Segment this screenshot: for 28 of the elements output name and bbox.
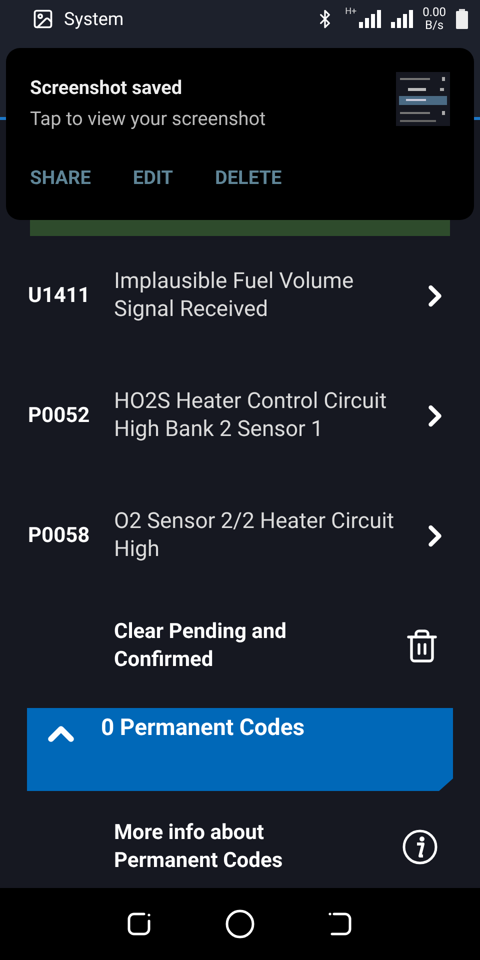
clear-codes-link[interactable]: Clear Pending and Confirmed: [114, 618, 344, 674]
notification-title: Screenshot saved: [30, 76, 184, 99]
section-title: 0 Permanent Codes: [101, 714, 305, 742]
network-type: H+: [345, 7, 357, 17]
signal-icon: [390, 10, 413, 28]
info-icon[interactable]: [402, 829, 438, 865]
code-description: Implausible Fuel Volume Signal Received: [114, 268, 355, 324]
back-button[interactable]: [326, 911, 354, 937]
signal-icon: [358, 10, 381, 28]
trouble-code: U1411: [28, 284, 92, 308]
trouble-code: P0058: [28, 524, 91, 548]
notification-action[interactable]: DELETE: [215, 166, 282, 189]
image-icon: [32, 8, 54, 30]
code-description: O2 Sensor 2/2 Heater Circuit High: [114, 508, 396, 564]
app-name: System: [64, 8, 125, 30]
notification-text: Tap to view your screenshot: [30, 107, 266, 130]
more-info-link[interactable]: More info about Permanent Codes: [114, 819, 344, 875]
notification-action[interactable]: SHARE: [30, 166, 91, 189]
trouble-code: P0052: [28, 404, 91, 428]
permanent-codes-header[interactable]: 0 Permanent Codes: [27, 708, 453, 791]
trash-icon[interactable]: [404, 628, 440, 664]
battery-icon: [456, 9, 468, 29]
home-button[interactable]: [224, 909, 255, 939]
speed-value: 0.00: [422, 6, 446, 19]
code-description: HO2S Heater Control Circuit High Bank 2 Sensor 1: [114, 388, 388, 444]
notification-action[interactable]: EDIT: [132, 166, 174, 189]
notification-card[interactable]: Screenshot saved Tap to view your screenshot SHARE EDIT DELETE: [6, 48, 474, 220]
speed-unit: B/s: [424, 19, 444, 32]
